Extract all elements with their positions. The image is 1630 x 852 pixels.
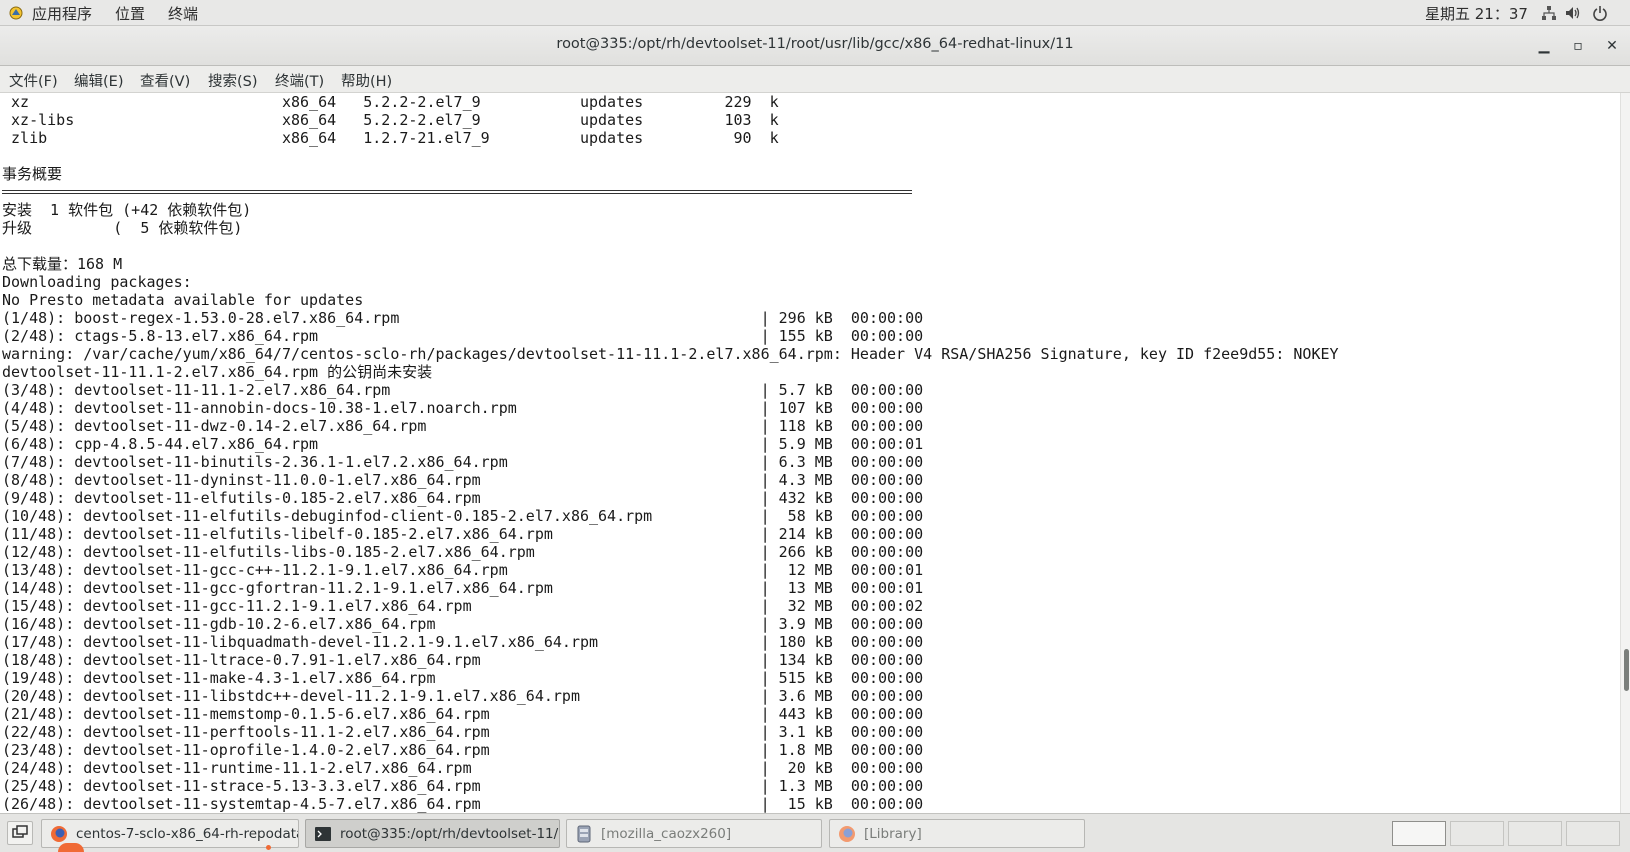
terminal-line: No Presto metadata available for updates [2,291,364,309]
menu-help[interactable]: 帮助(H) [341,70,392,91]
desktop-icon-partial-dot [266,845,271,850]
terminal-line: (5/48): devtoolset-11-dwz-0.14-2.el7.x86… [2,417,924,435]
terminal-app-menu[interactable]: 终端 [168,3,198,24]
task-terminal[interactable]: root@335:/opt/rh/devtoolset-11/r... [305,819,560,848]
terminal-line: (6/48): cpp-4.8.5-44.el7.x86_64.rpm | 5.… [2,435,924,453]
terminal-line: 安装 1 软件包 (+42 依赖软件包) [2,201,252,219]
task-file-manager[interactable]: [mozilla_caozx260] [566,819,822,848]
terminal-line: (10/48): devtoolset-11-elfutils-debuginf… [2,507,924,525]
minimize-button[interactable]: ▁ [1532,34,1556,58]
terminal-line: (21/48): devtoolset-11-memstomp-0.1.5-6.… [2,705,924,723]
task-label: centos-7-sclo-x86_64-rh-repodata... [76,826,299,842]
terminal-line: (18/48): devtoolset-11-ltrace-0.7.91-1.e… [2,651,924,669]
terminal-line: xz-libs x86_64 5.2.2-2.el7_9 updates 103… [2,111,779,129]
taskbar: centos-7-sclo-x86_64-rh-repodata... root… [0,813,1630,852]
terminal-line: Downloading packages: [2,273,192,291]
summary-separator [2,183,1339,201]
terminal-line: (12/48): devtoolset-11-elfutils-libs-0.1… [2,543,924,561]
terminal-line: 事务概要 [2,165,63,183]
task-label: [Library] [864,826,922,842]
terminal-line: (2/48): ctags-5.8-13.el7.x86_64.rpm | 15… [2,327,924,345]
menu-file[interactable]: 文件(F) [9,70,58,91]
workspace-4[interactable] [1566,821,1620,846]
terminal-line: (17/48): devtoolset-11-libquadmath-devel… [2,633,924,651]
volume-icon[interactable] [1565,5,1581,21]
menu-search[interactable]: 搜索(S) [208,70,258,91]
terminal-output[interactable]: xz x86_64 5.2.2-2.el7_9 updates 229 k xz… [0,93,1620,813]
show-desktop-icon [12,825,28,838]
network-icon[interactable] [1541,5,1557,21]
terminal-line: (3/48): devtoolset-11-11.1-2.el7.x86_64.… [2,381,924,399]
workspace-3[interactable] [1508,821,1562,846]
terminal-line: (26/48): devtoolset-11-systemtap-4.5-7.e… [2,795,924,813]
terminal-line: 升级 ( 5 依赖软件包) [2,219,243,237]
window-title: root@335:/opt/rh/devtoolset-11/root/usr/… [556,36,1074,52]
menu-terminal[interactable]: 终端(T) [275,70,324,91]
workspace-2[interactable] [1450,821,1504,846]
power-icon[interactable] [1592,5,1608,21]
terminal-line: (11/48): devtoolset-11-elfutils-libelf-0… [2,525,924,543]
terminal-line: (22/48): devtoolset-11-perftools-11.1-2.… [2,723,924,741]
firefox-icon [51,826,67,842]
top-panel: 应用程序 位置 终端 星期五 21：37 [0,0,1630,26]
terminal-line: (20/48): devtoolset-11-libstdc++-devel-1… [2,687,924,705]
terminal-line: (15/48): devtoolset-11-gcc-11.2.1-9.1.el… [2,597,924,615]
applications-menu[interactable]: 应用程序 [32,3,92,24]
scrollbar-thumb[interactable] [1624,649,1629,691]
terminal-line: warning: /var/cache/yum/x86_64/7/centos-… [2,345,1339,363]
terminal-line: (16/48): devtoolset-11-gdb-10.2-6.el7.x8… [2,615,924,633]
terminal-line: (7/48): devtoolset-11-binutils-2.36.1-1.… [2,453,924,471]
terminal-line: (14/48): devtoolset-11-gcc-gfortran-11.2… [2,579,924,597]
places-menu[interactable]: 位置 [115,3,145,24]
clock[interactable]: 星期五 21：37 [1425,3,1528,24]
terminal-line: devtoolset-11-11.1-2.el7.x86_64.rpm 的公钥尚… [2,363,433,381]
maximize-button[interactable]: ▫ [1566,34,1590,58]
terminal-line: (23/48): devtoolset-11-oprofile-1.4.0-2.… [2,741,924,759]
terminal-icon [315,827,331,841]
task-label: root@335:/opt/rh/devtoolset-11/r... [340,826,560,842]
show-desktop-button[interactable] [7,821,33,845]
terminal-line: (9/48): devtoolset-11-elfutils-0.185-2.e… [2,489,924,507]
window-titlebar[interactable]: root@335:/opt/rh/devtoolset-11/root/usr/… [0,26,1630,66]
terminal-line: (19/48): devtoolset-11-make-4.3-1.el7.x8… [2,669,924,687]
task-label: [mozilla_caozx260] [601,826,732,842]
firefox-icon [839,826,855,842]
menu-view[interactable]: 查看(V) [140,70,190,91]
terminal-line: (25/48): devtoolset-11-strace-5.13-3.3.e… [2,777,924,795]
terminal-line: (4/48): devtoolset-11-annobin-docs-10.38… [2,399,924,417]
terminal-line: (8/48): devtoolset-11-dyninst-11.0.0-1.e… [2,471,924,489]
terminal-line: (13/48): devtoolset-11-gcc-c++-11.2.1-9.… [2,561,924,579]
terminal-line: 总下载量：168 M [2,255,123,273]
terminal-line: xz x86_64 5.2.2-2.el7_9 updates 229 k [2,93,779,111]
terminal-line: (24/48): devtoolset-11-runtime-11.1-2.el… [2,759,924,777]
terminal-scrollbar[interactable] [1620,93,1630,813]
menu-edit[interactable]: 编辑(E) [74,70,123,91]
close-button[interactable]: ✕ [1600,34,1624,58]
terminal-line: zlib x86_64 1.2.7-21.el7_9 updates 90 k [2,129,779,147]
file-manager-icon [577,825,591,843]
workspace-1[interactable] [1392,821,1446,846]
terminal-line: (1/48): boost-regex-1.53.0-28.el7.x86_64… [2,309,924,327]
terminal-lines: xz x86_64 5.2.2-2.el7_9 updates 229 k xz… [2,93,1339,813]
applications-icon [9,6,23,20]
menubar: 文件(F) 编辑(E) 查看(V) 搜索(S) 终端(T) 帮助(H) [0,66,1630,93]
task-firefox-library[interactable]: [Library] [829,819,1085,848]
desktop-icon-partial [58,843,84,852]
